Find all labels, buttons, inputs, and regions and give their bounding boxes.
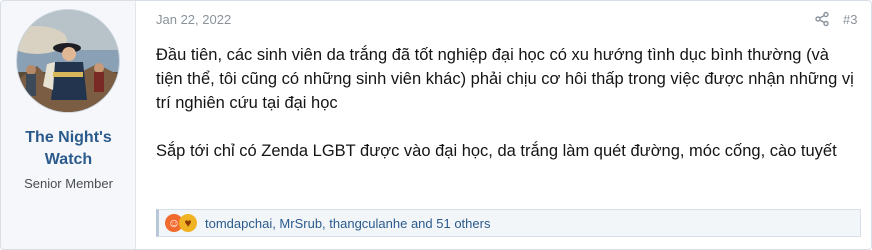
love-icon: ♥	[179, 214, 197, 232]
post-container: The Night's Watch Senior Member Jan 22, …	[0, 0, 872, 250]
post-paragraph: Đầu tiên, các sinh viên da trắng đã tốt …	[156, 46, 854, 112]
reaction-users-link[interactable]: tomdapchai, MrSrub, thangculanhe and 51 …	[205, 216, 490, 231]
post-body: Đầu tiên, các sinh viên da trắng đã tốt …	[156, 43, 856, 163]
username-link[interactable]: The Night's Watch	[9, 127, 128, 171]
post-number-link[interactable]: #3	[843, 12, 857, 27]
avatar[interactable]	[16, 9, 120, 113]
post-date[interactable]: Jan 22, 2022	[156, 12, 231, 27]
avatar-painting-image	[17, 10, 119, 112]
user-title: Senior Member	[24, 176, 113, 191]
reactions-bar: ☺ ♥ tomdapchai, MrSrub, thangculanhe and…	[156, 209, 861, 237]
reaction-icons: ☺ ♥	[165, 214, 201, 232]
post-paragraph: Sắp tới chỉ có Zenda LGBT được vào đại h…	[156, 142, 837, 160]
share-icon[interactable]	[814, 11, 830, 27]
user-info-panel: The Night's Watch Senior Member	[1, 1, 136, 249]
